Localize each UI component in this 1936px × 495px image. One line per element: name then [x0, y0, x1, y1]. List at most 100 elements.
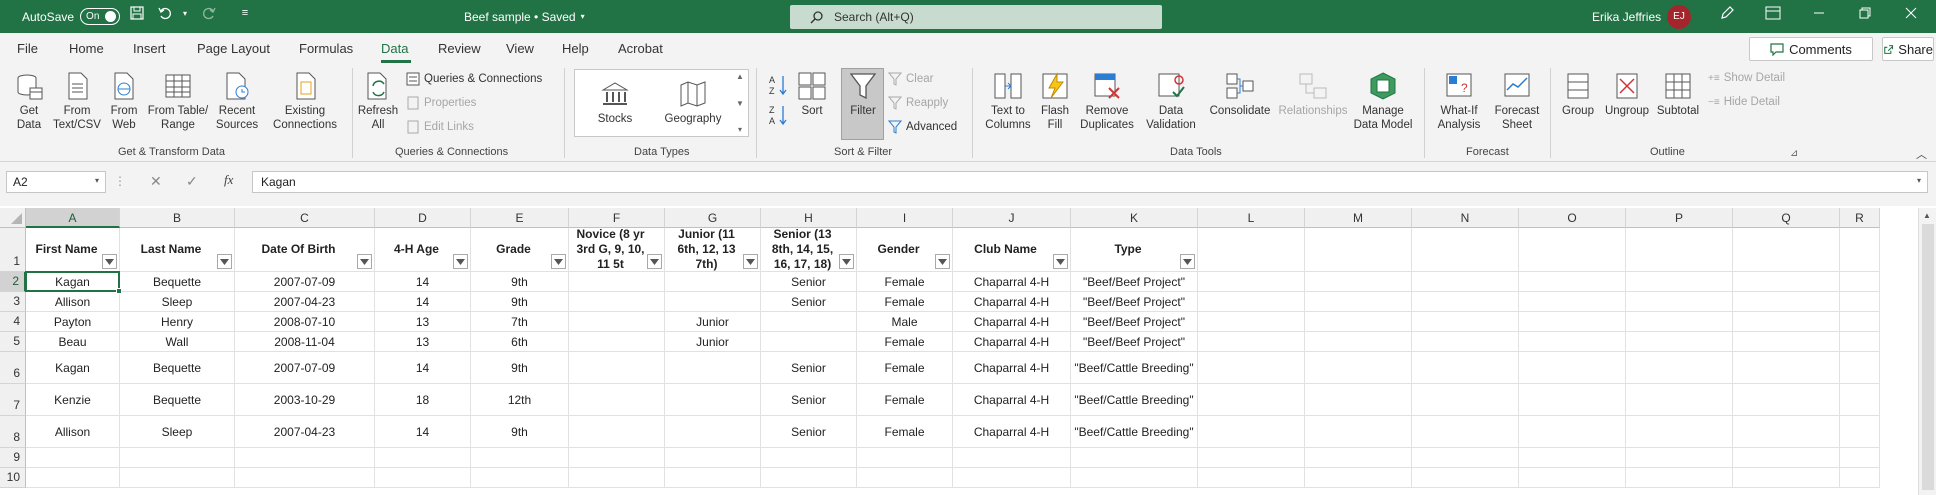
filter-dropdown-icon[interactable] — [743, 254, 758, 269]
grid-cell[interactable] — [1626, 352, 1733, 384]
column-header-q[interactable]: Q — [1733, 208, 1840, 228]
fill-handle[interactable] — [116, 288, 122, 294]
grid-cell[interactable]: Senior — [761, 384, 857, 416]
grid-cell[interactable]: Chaparral 4-H — [953, 416, 1071, 448]
sort-az-icon[interactable]: AZ — [768, 74, 788, 96]
grid-cell[interactable]: Chaparral 4-H — [953, 352, 1071, 384]
grid-cell[interactable]: "Beef/Beef Project" — [1071, 312, 1198, 332]
grid-cell[interactable] — [953, 468, 1071, 488]
grid-cell[interactable] — [1840, 384, 1880, 416]
grid-cell[interactable] — [1733, 468, 1840, 488]
tab-home[interactable]: Home — [69, 41, 104, 56]
data-validation-button[interactable]: Data Validation — [1138, 70, 1204, 132]
grid-cell[interactable] — [120, 468, 235, 488]
tab-review[interactable]: Review — [438, 41, 481, 56]
confirm-entry-icon[interactable]: ✓ — [186, 173, 198, 190]
filter-dropdown-icon[interactable] — [839, 254, 854, 269]
grid-cell[interactable] — [1198, 448, 1305, 468]
grid-cell[interactable] — [1305, 312, 1412, 332]
grid-cell[interactable] — [1519, 448, 1626, 468]
column-header-l[interactable]: L — [1198, 208, 1305, 228]
grid-cell[interactable] — [1840, 352, 1880, 384]
grid-cell[interactable] — [1626, 332, 1733, 352]
what-if-analysis-button[interactable]: ? What-If Analysis — [1430, 70, 1488, 132]
grid-cell[interactable]: "Beef/Cattle Breeding" — [1071, 384, 1198, 416]
sort-button[interactable]: Sort — [794, 70, 830, 118]
grid-cell[interactable]: 9th — [471, 416, 569, 448]
grid-cell[interactable] — [1519, 272, 1626, 292]
grid-cell[interactable] — [1733, 416, 1840, 448]
text-to-columns-button[interactable]: Text to Columns — [982, 70, 1034, 132]
column-header-b[interactable]: B — [120, 208, 235, 228]
filter-dropdown-icon[interactable] — [551, 254, 566, 269]
grid-cell[interactable] — [1305, 228, 1412, 272]
grid-cell[interactable] — [1733, 292, 1840, 312]
grid-cell[interactable] — [569, 448, 665, 468]
grid-cell[interactable]: 2007-07-09 — [235, 352, 375, 384]
restore-icon[interactable] — [1852, 0, 1878, 26]
grid-cell[interactable] — [1412, 332, 1519, 352]
grid-cell[interactable] — [569, 272, 665, 292]
grid-cell[interactable] — [1412, 416, 1519, 448]
grid-cell[interactable] — [1840, 416, 1880, 448]
vertical-scrollbar[interactable]: ▲ — [1918, 208, 1936, 495]
consolidate-button[interactable]: Consolidate — [1208, 70, 1272, 118]
grid-cell[interactable] — [665, 384, 761, 416]
grid-cell[interactable]: Kenzie — [26, 384, 120, 416]
filter-dropdown-icon[interactable] — [453, 254, 468, 269]
grid-cell[interactable]: 13 — [375, 312, 471, 332]
grid-cell[interactable] — [1626, 312, 1733, 332]
remove-duplicates-button[interactable]: Remove Duplicates — [1076, 70, 1138, 132]
grid-cell[interactable]: 2008-11-04 — [235, 332, 375, 352]
scroll-up-icon[interactable]: ▲ — [1923, 211, 1931, 220]
grid-cell[interactable] — [1198, 228, 1305, 272]
grid-cell[interactable] — [1412, 448, 1519, 468]
grid-cell[interactable]: Sleep — [120, 292, 235, 312]
row-header-3[interactable]: 3 — [0, 292, 26, 312]
grid-cell[interactable]: Female — [857, 292, 953, 312]
grid-cell[interactable]: 2007-07-09 — [235, 272, 375, 292]
comments-button[interactable]: Comments — [1749, 37, 1873, 61]
grid-cell[interactable] — [1198, 352, 1305, 384]
grid-cell[interactable] — [1519, 312, 1626, 332]
share-button[interactable]: Share — [1882, 37, 1934, 61]
forecast-sheet-button[interactable]: Forecast Sheet — [1492, 70, 1542, 132]
grid-cell[interactable]: Payton — [26, 312, 120, 332]
grid-cell[interactable] — [1626, 468, 1733, 488]
grid-cell[interactable]: Male — [857, 312, 953, 332]
row-header-4[interactable]: 4 — [0, 312, 26, 332]
collapse-ribbon-icon[interactable]: ︿ — [1916, 146, 1927, 162]
grid-cell[interactable]: 14 — [375, 416, 471, 448]
grid-cell[interactable] — [1305, 292, 1412, 312]
grid-cell[interactable]: Junior — [665, 332, 761, 352]
grid-cell[interactable] — [1626, 384, 1733, 416]
grid-cell[interactable]: Wall — [120, 332, 235, 352]
filter-dropdown-icon[interactable] — [102, 254, 117, 269]
grid-cell[interactable]: Chaparral 4-H — [953, 272, 1071, 292]
grid-cell[interactable]: Beau — [26, 332, 120, 352]
grid-cell[interactable] — [1412, 352, 1519, 384]
grid-cell[interactable] — [1519, 292, 1626, 312]
grid-cell[interactable] — [471, 468, 569, 488]
customize-qat-icon[interactable]: ≡ — [232, 0, 258, 26]
grid-cell[interactable]: Female — [857, 352, 953, 384]
filter-dropdown-icon[interactable] — [935, 254, 950, 269]
pen-icon[interactable] — [1714, 0, 1740, 26]
row-header-2[interactable]: 2 — [0, 272, 26, 292]
outline-dialog-launcher-icon[interactable]: ⊿ — [1790, 148, 1798, 159]
grid-cell[interactable]: Senior — [761, 272, 857, 292]
grid-cell[interactable]: 18 — [375, 384, 471, 416]
grid-cell[interactable]: 9th — [471, 272, 569, 292]
column-header-j[interactable]: J — [953, 208, 1071, 228]
grid-cell[interactable]: Chaparral 4-H — [953, 312, 1071, 332]
grid-cell[interactable]: Senior — [761, 292, 857, 312]
grid-cell[interactable] — [1733, 384, 1840, 416]
column-header-p[interactable]: P — [1626, 208, 1733, 228]
grid-cell[interactable] — [1198, 416, 1305, 448]
grid-cell[interactable] — [1840, 448, 1880, 468]
filter-dropdown-icon[interactable] — [647, 254, 662, 269]
formula-input[interactable]: Kagan ▾ — [252, 171, 1928, 193]
grid-cell[interactable] — [569, 332, 665, 352]
grid-cell[interactable]: Chaparral 4-H — [953, 332, 1071, 352]
autosave[interactable]: AutoSave On — [22, 0, 121, 33]
